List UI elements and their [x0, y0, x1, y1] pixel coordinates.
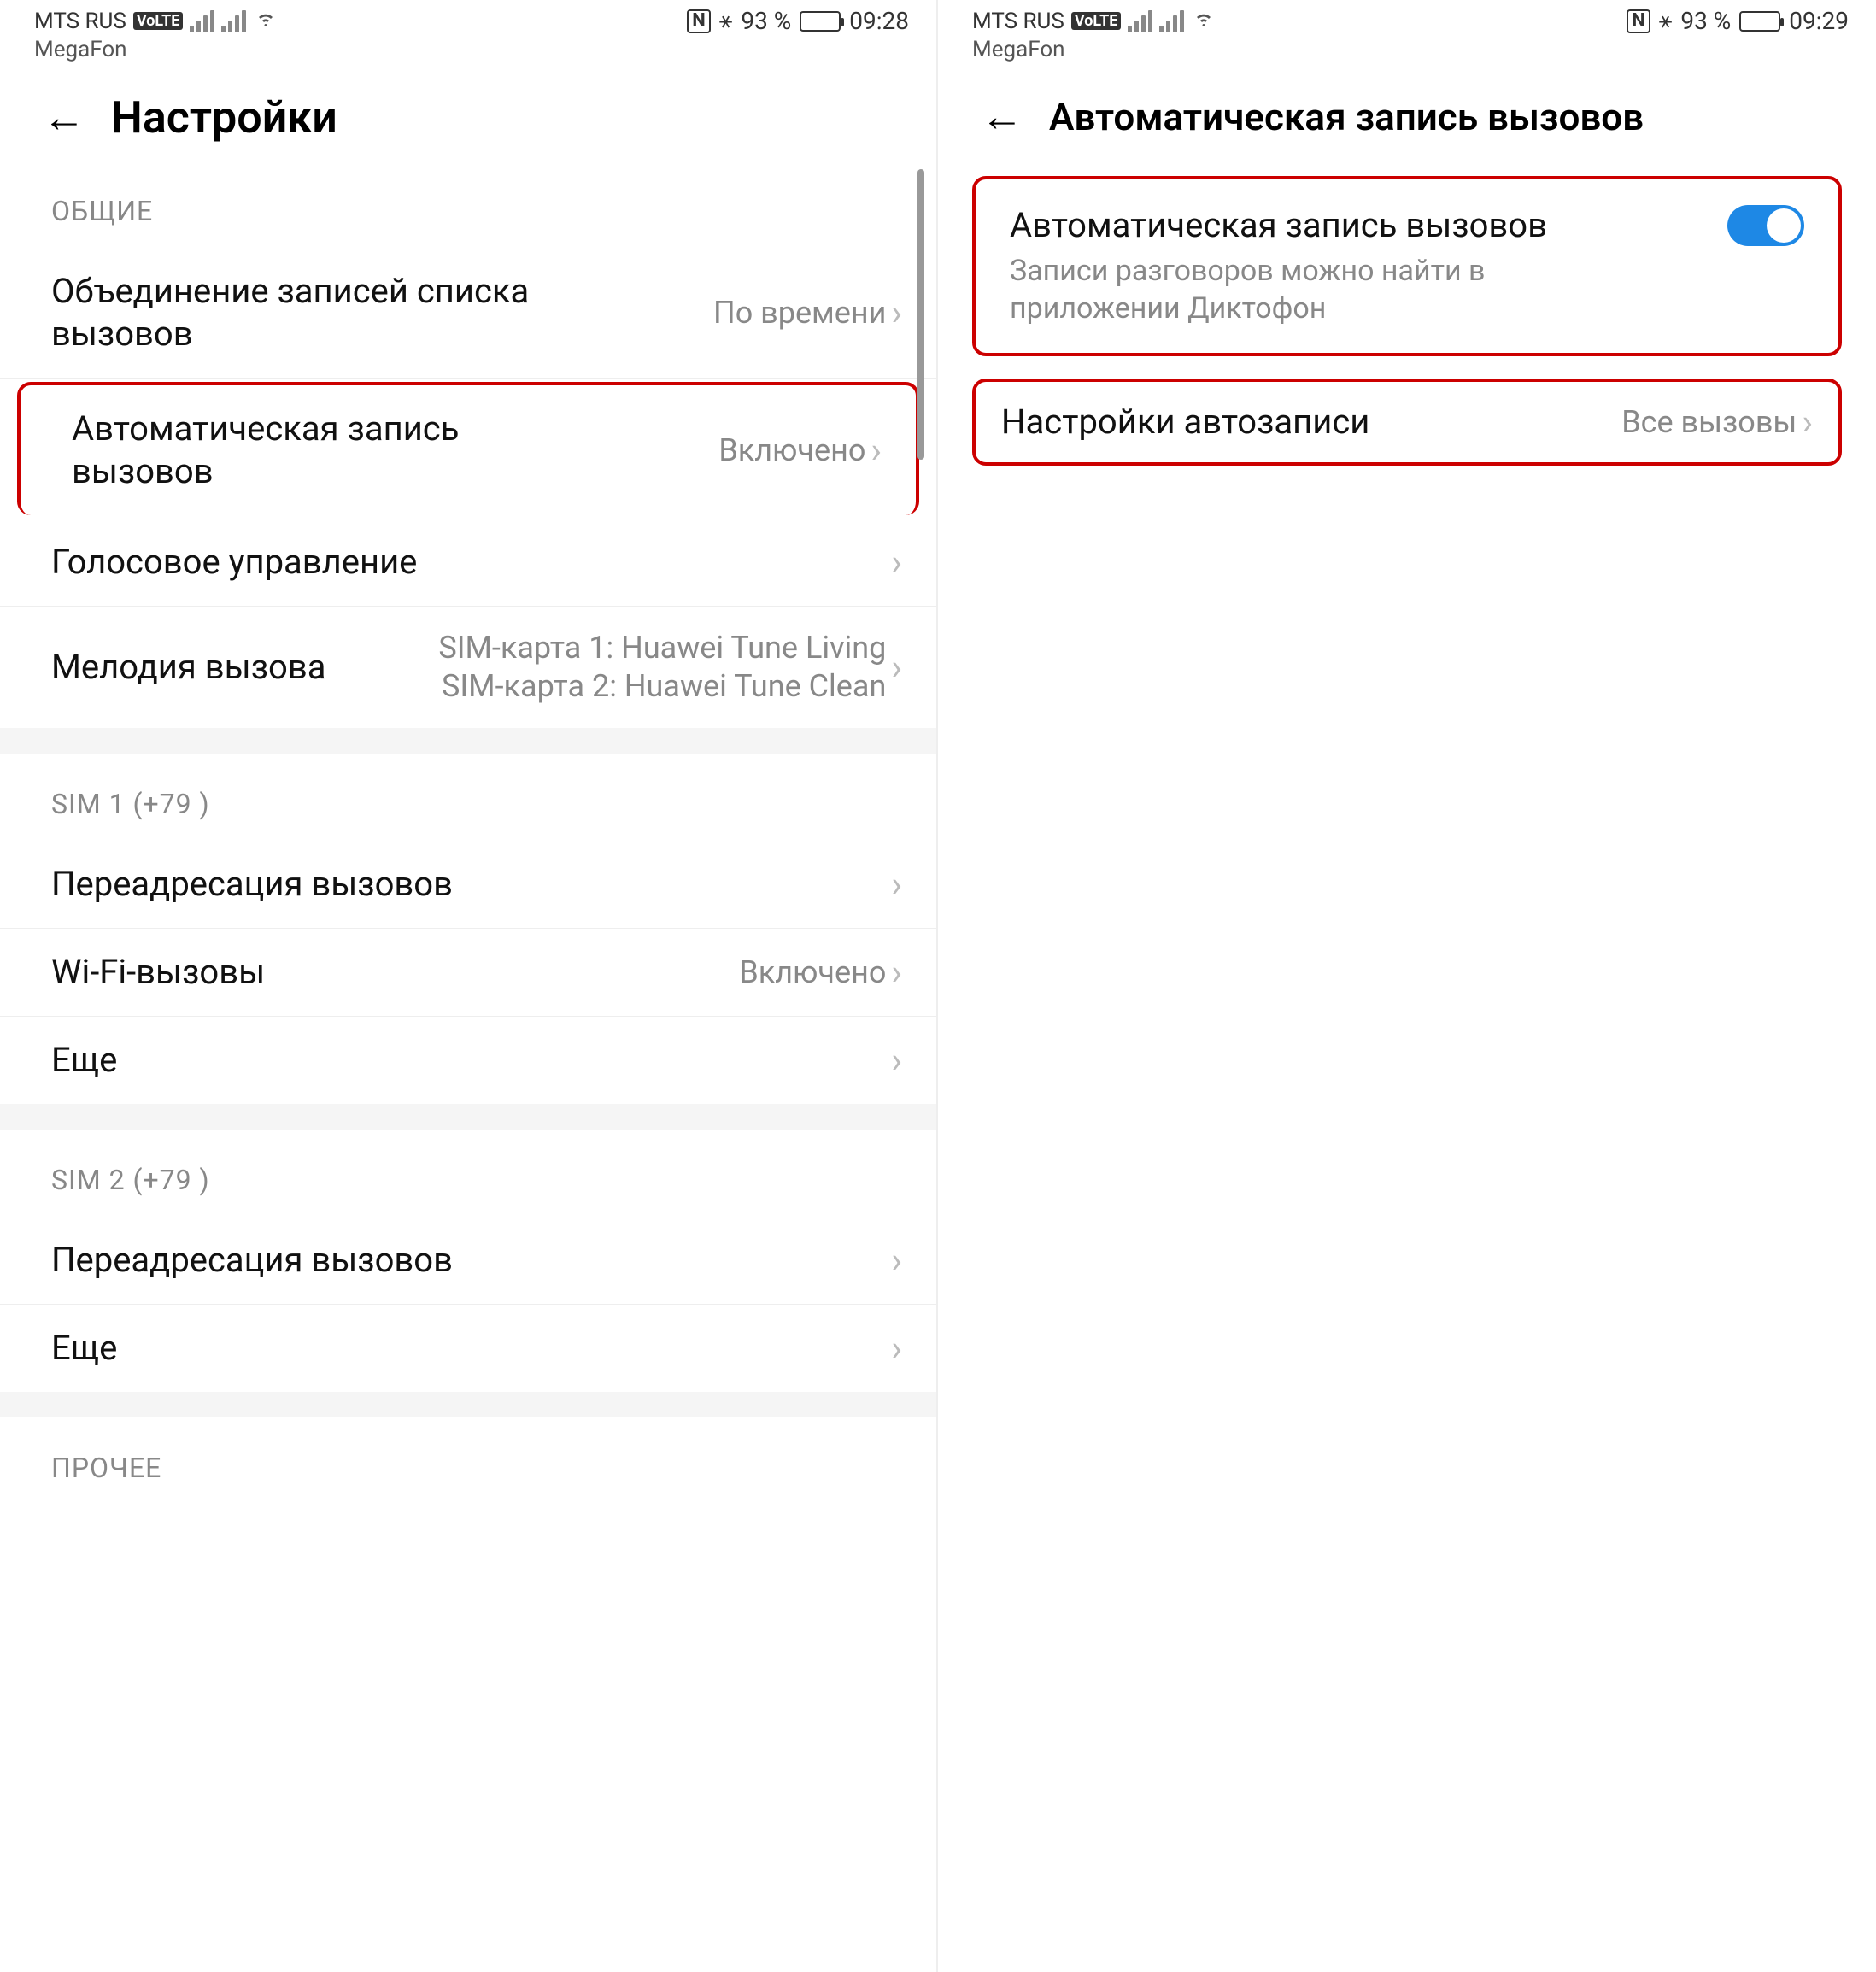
chevron-right-icon: › [891, 1240, 902, 1282]
bluetooth-icon: ⚹ [1659, 8, 1673, 34]
volte-badge: VoLTE [1071, 12, 1122, 30]
row-label: Голосовое управление [51, 541, 417, 584]
row-label: Объединение записей списка вызовов [51, 270, 562, 355]
row-label: Еще [51, 1327, 117, 1370]
row-label: Wi-Fi-вызовы [51, 951, 265, 994]
scrollbar[interactable] [917, 169, 924, 460]
row-label: Мелодия вызова [51, 646, 325, 689]
battery-percent: 93 % [1680, 7, 1731, 35]
row-value: По времени [713, 294, 886, 332]
battery-icon [800, 11, 841, 32]
section-header-sim1: SIM 1 (+79 ) [0, 754, 936, 841]
ringtone-sim2: SIM-карта 2: Huawei Tune Clean [438, 667, 886, 706]
carrier-label: MTS RUS [972, 9, 1064, 34]
back-arrow-icon[interactable]: ← [981, 91, 1023, 142]
status-bar: MTS RUS VoLTE MegaFon N ⚹ 93 % 09:28 [0, 0, 936, 66]
chevron-right-icon: › [891, 1040, 902, 1082]
section-header-other: ПРОЧЕЕ [0, 1417, 936, 1505]
battery-percent: 93 % [741, 7, 791, 35]
toggle-subtitle: Записи разговоров можно найти в приложен… [1010, 252, 1629, 327]
row-merge-call-logs[interactable]: Объединение записей списка вызовов По вр… [0, 248, 936, 379]
row-label: Переадресация вызовов [51, 863, 453, 906]
row-label: Еще [51, 1039, 117, 1082]
header: ← Автоматическая запись вызовов [938, 66, 1876, 159]
ringtone-sim1: SIM-карта 1: Huawei Tune Living [438, 629, 886, 667]
section-divider [0, 728, 936, 754]
chevron-right-icon: › [891, 292, 902, 334]
wifi-icon [253, 7, 278, 35]
row-label: Настройки автозаписи [1001, 401, 1369, 443]
row-label: Переадресация вызовов [51, 1239, 453, 1282]
signal-icon [1128, 10, 1152, 32]
back-arrow-icon[interactable]: ← [43, 92, 85, 143]
nfc-icon: N [1627, 9, 1650, 33]
signal-icon-2 [1159, 10, 1184, 32]
row-label: Автоматическая запись вызовов [72, 408, 558, 493]
settings-content: ОБЩИЕ Объединение записей списка вызовов… [0, 161, 936, 1505]
chevron-right-icon: › [871, 430, 882, 472]
row-sim1-forwarding[interactable]: Переадресация вызовов › [0, 841, 936, 929]
chevron-right-icon: › [891, 1328, 902, 1370]
carrier-label: MTS RUS [34, 9, 126, 34]
phone-screen-auto-record: MTS RUS VoLTE MegaFon N ⚹ 93 % 09:29 ← А… [938, 0, 1876, 1972]
row-value: Включено [718, 431, 865, 470]
signal-icon-2 [221, 10, 246, 32]
row-auto-call-recording[interactable]: Автоматическая запись вызовов Включено › [17, 382, 919, 515]
page-title: Настройки [111, 91, 337, 144]
section-header-general: ОБЩИЕ [0, 161, 936, 248]
nfc-icon: N [687, 9, 711, 33]
row-sim2-forwarding[interactable]: Переадресация вызовов › [0, 1217, 936, 1305]
chevron-right-icon: › [891, 952, 902, 994]
volte-badge: VoLTE [133, 12, 184, 30]
wifi-icon [1191, 7, 1216, 35]
row-sim1-more[interactable]: Еще › [0, 1017, 936, 1104]
row-auto-record-toggle[interactable]: Автоматическая запись вызовов Записи раз… [972, 176, 1842, 356]
phone-screen-settings: MTS RUS VoLTE MegaFon N ⚹ 93 % 09:28 ← Н… [0, 0, 938, 1972]
section-divider [0, 1104, 936, 1130]
page-title: Автоматическая запись вызовов [1049, 95, 1644, 139]
clock: 09:28 [849, 7, 909, 35]
section-header-sim2: SIM 2 (+79 ) [0, 1130, 936, 1217]
toggle-title: Автоматическая запись вызовов [1010, 205, 1629, 245]
carrier-sub-label: MegaFon [972, 37, 1216, 62]
chevron-right-icon: › [891, 542, 902, 584]
status-bar: MTS RUS VoLTE MegaFon N ⚹ 93 % 09:29 [938, 0, 1876, 66]
chevron-right-icon: › [891, 647, 902, 689]
row-value: Все вызовы [1621, 403, 1797, 442]
bluetooth-icon: ⚹ [719, 8, 733, 34]
row-ringtone[interactable]: Мелодия вызова SIM-карта 1: Huawei Tune … [0, 607, 936, 728]
signal-icon [190, 10, 214, 32]
row-sim2-more[interactable]: Еще › [0, 1305, 936, 1392]
chevron-right-icon: › [891, 864, 902, 906]
section-divider [0, 1392, 936, 1417]
header: ← Настройки [0, 66, 936, 161]
carrier-sub-label: MegaFon [34, 37, 278, 62]
chevron-right-icon: › [1802, 402, 1813, 443]
battery-icon [1739, 11, 1780, 32]
auto-record-content: Автоматическая запись вызовов Записи раз… [938, 159, 1876, 483]
row-voice-control[interactable]: Голосовое управление › [0, 519, 936, 607]
row-value: Включено [739, 954, 886, 992]
toggle-switch[interactable] [1727, 205, 1804, 246]
clock: 09:29 [1789, 7, 1849, 35]
row-sim1-wifi-calls[interactable]: Wi-Fi-вызовы Включено › [0, 929, 936, 1017]
row-auto-record-settings[interactable]: Настройки автозаписи Все вызовы › [972, 379, 1842, 466]
